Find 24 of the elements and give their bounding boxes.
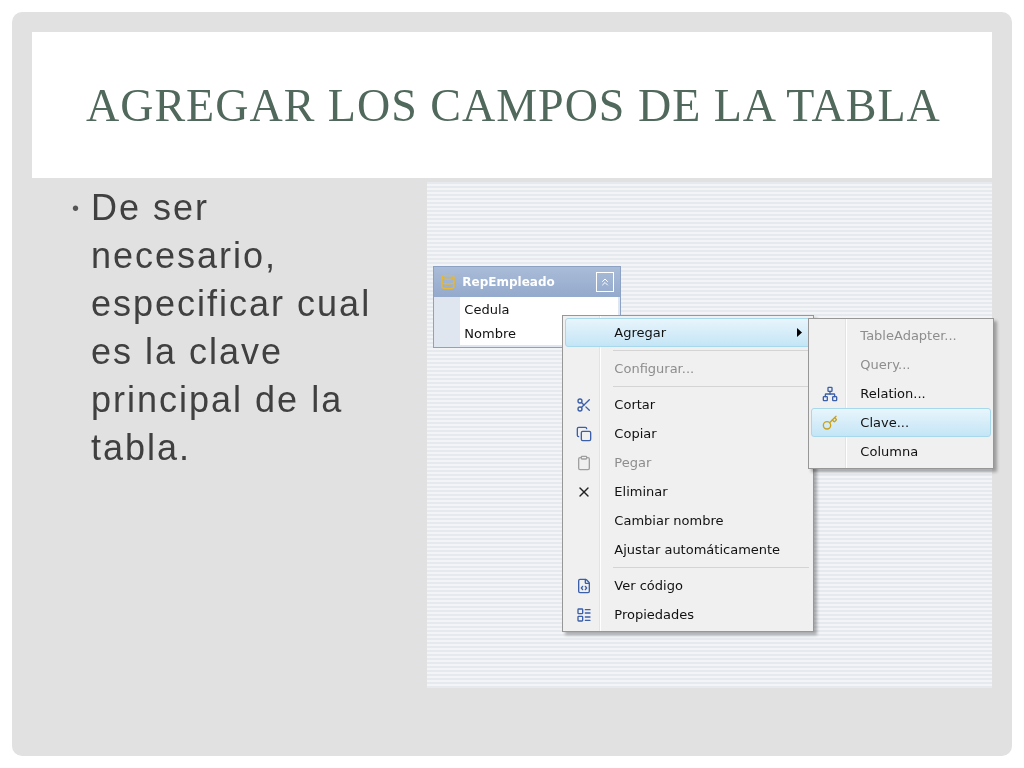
document-icon (576, 577, 593, 594)
menu-item[interactable]: Cortar (565, 390, 812, 419)
menu-item[interactable]: Eliminar (565, 477, 812, 506)
bullet-marker: • (72, 196, 81, 221)
copy-icon (576, 425, 593, 442)
key-icon (822, 414, 839, 431)
table-name: RepEmpleado (462, 275, 556, 289)
menu-item[interactable]: Relation... (811, 379, 992, 408)
slide-title: AGREGAR LOS CAMPOS DE LA TABLA (86, 78, 941, 132)
menu-item[interactable]: Ver código (565, 571, 812, 600)
collapse-button[interactable] (596, 272, 615, 292)
scissors-icon (576, 396, 593, 413)
table-icon (440, 274, 457, 290)
bullet-text: De ser necesario, especificar cual es la clave principal de la tabla. (91, 186, 373, 470)
menu-item[interactable]: Columna (811, 437, 992, 466)
menu-item[interactable]: Clave... (811, 408, 992, 437)
menu-item[interactable]: Cambiar nombre (565, 506, 812, 535)
menu-item[interactable]: Copiar (565, 419, 812, 448)
menu-item[interactable]: Propiedades (565, 600, 812, 629)
clipboard-icon (576, 454, 593, 471)
menu-item[interactable]: Ajustar automáticamente (565, 535, 812, 564)
list-icon (576, 606, 593, 623)
table-field[interactable]: Cedula (460, 297, 619, 321)
relation-icon (822, 385, 839, 402)
